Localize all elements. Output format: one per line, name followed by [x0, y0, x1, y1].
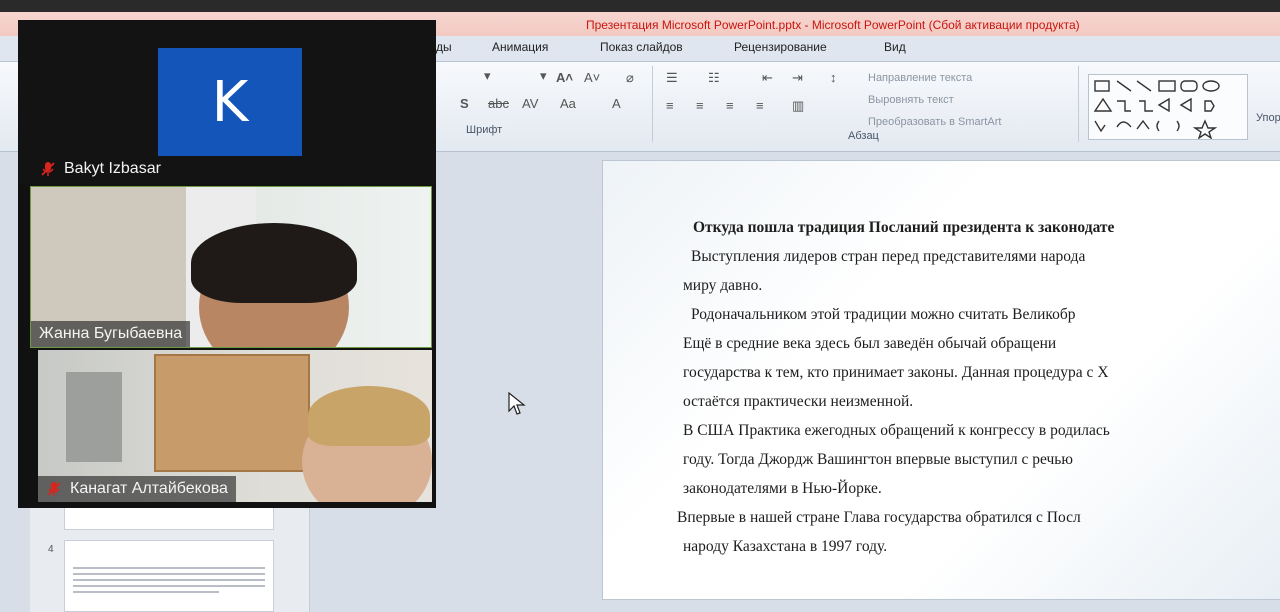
slide-line: законодателями в Нью-Йорке. [683, 480, 882, 497]
slide-line: государства к тем, кто принимает законы.… [683, 364, 1109, 381]
justify-icon[interactable]: ≡ [756, 98, 764, 113]
slide-line: Выступления лидеров стран перед представ… [691, 248, 1086, 265]
slide-line: Ещё в средние века здесь был заведён обы… [683, 335, 1057, 352]
microphone-muted-icon [47, 482, 61, 496]
font-color-icon[interactable]: A [612, 96, 621, 111]
increase-indent-icon[interactable]: ⇥ [792, 70, 803, 86]
line-spacing-icon[interactable]: ↕ [830, 70, 837, 85]
tab-animation[interactable]: Анимация [492, 40, 548, 54]
clear-formatting-icon[interactable]: ⌀ [626, 70, 634, 86]
slide-line: Родоначальником этой традиции можно счит… [691, 306, 1076, 323]
slide-line: народу Казахстана в 1997 году. [683, 538, 888, 555]
group-divider [1078, 66, 1079, 142]
shapes-gallery[interactable] [1088, 74, 1248, 140]
font-size-dropdown-icon[interactable]: ▾ [484, 68, 491, 84]
char-spacing-icon[interactable]: AV [522, 96, 538, 111]
participant-video-hair [308, 386, 430, 446]
shapes-icon [1093, 80, 1220, 140]
slide-thumbnail-number: 4 [48, 544, 54, 555]
shrink-font-icon[interactable]: A˅ [584, 70, 600, 85]
microphone-muted-icon [41, 162, 55, 176]
bullets-icon[interactable]: ☰ [666, 70, 678, 86]
group-divider [652, 66, 653, 142]
background-cabinet [66, 372, 122, 462]
participant-tile-1[interactable]: K Bakyt Izbasar [18, 20, 436, 184]
participant-name: Bakyt Izbasar [40, 160, 161, 178]
slide-text-body[interactable]: Откуда пошла традиция Посланий президент… [677, 213, 1280, 561]
slide-line: остаётся практически неизменной. [683, 393, 914, 410]
tab-slideshow[interactable]: Показ слайдов [600, 40, 683, 54]
paragraph-group-label: Абзац [848, 130, 879, 142]
change-case-icon[interactable]: Aa [560, 96, 576, 111]
participant-tile-3[interactable]: Канагат Алтайбекова [38, 350, 432, 502]
slide-thumbnail-4[interactable] [64, 540, 274, 612]
participant-name: Жанна Бугыбаевна [31, 321, 191, 347]
align-left-icon[interactable]: ≡ [666, 98, 674, 113]
participant-name-text: Канагат Алтайбекова [70, 480, 228, 497]
grow-font-icon[interactable]: A˄ [556, 70, 573, 85]
numbering-icon[interactable]: ☷ [708, 70, 720, 86]
arrange-group-label[interactable]: Упор [1256, 112, 1280, 124]
participant-name-text: Жанна Бугыбаевна [39, 325, 183, 342]
strikethrough-icon[interactable]: abc [488, 96, 509, 111]
mouse-cursor-icon [508, 392, 526, 415]
participant-tile-2[interactable]: Жанна Бугыбаевна [30, 186, 432, 348]
slide-heading: Откуда пошла традиция Посланий президент… [693, 219, 1115, 236]
current-slide[interactable]: Откуда пошла традиция Посланий президент… [602, 160, 1280, 600]
decrease-indent-icon[interactable]: ⇤ [762, 70, 773, 86]
tab-view[interactable]: Вид [884, 40, 906, 54]
slide-line: миру давно. [683, 277, 763, 294]
screen-top-strip [0, 0, 1280, 12]
slide-line: Впервые в нашей стране Глава государства… [677, 509, 1081, 526]
participant-name: Канагат Алтайбекова [38, 476, 236, 502]
text-direction-button[interactable]: Направление текста [868, 72, 972, 84]
slide-line: В США Практика ежегодных обращений к кон… [683, 422, 1110, 439]
tab-design[interactable]: ды [436, 40, 452, 54]
align-center-icon[interactable]: ≡ [696, 98, 704, 113]
participant-video-hair [191, 223, 357, 303]
participant-name-text: Bakyt Izbasar [64, 160, 161, 177]
font-group-label: Шрифт [466, 124, 503, 136]
font-size-dropdown-icon-2[interactable]: ▾ [540, 68, 547, 84]
align-right-icon[interactable]: ≡ [726, 98, 734, 113]
align-text-button[interactable]: Выровнять текст [868, 94, 954, 106]
avatar: K [158, 48, 302, 156]
background-shelf [154, 354, 310, 472]
slide-line: году. Тогда Джордж Вашингтон впервые выс… [683, 451, 1073, 468]
tab-review[interactable]: Рецензирование [734, 40, 827, 54]
columns-icon[interactable]: ▥ [792, 98, 804, 114]
shadow-icon[interactable]: S [460, 96, 469, 111]
smartart-button[interactable]: Преобразовать в SmartArt [868, 116, 1001, 128]
video-call-panel: K Bakyt Izbasar Жанна Бугыбаевна Канагат… [18, 20, 436, 508]
window-title: Презентация Microsoft PowerPoint.pptx - … [586, 18, 1080, 32]
